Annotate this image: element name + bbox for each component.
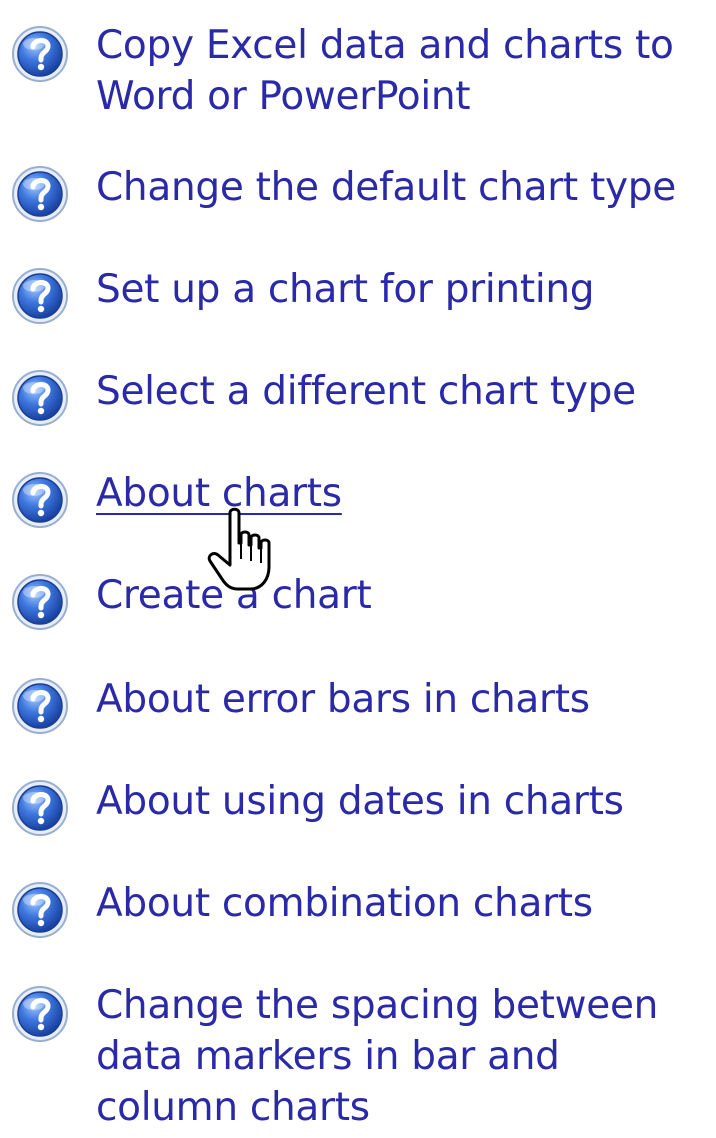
- help-question-icon: [10, 778, 70, 838]
- help-question-icon: [10, 984, 70, 1044]
- help-topic-link[interactable]: Change the spacing between data markers …: [96, 980, 711, 1133]
- help-topic-link[interactable]: About using dates in charts: [96, 776, 711, 827]
- help-topic-link[interactable]: About combination charts: [96, 878, 711, 929]
- help-topic-link[interactable]: Set up a chart for printing: [96, 264, 711, 315]
- help-question-icon: [10, 470, 70, 530]
- help-topic-link[interactable]: Change the default chart type: [96, 162, 711, 213]
- help-topic-link[interactable]: Copy Excel data and charts to Word or Po…: [96, 20, 711, 122]
- help-question-icon: [10, 572, 70, 632]
- help-question-icon: [10, 368, 70, 428]
- help-topic-link[interactable]: Select a different chart type: [96, 366, 711, 417]
- help-topic-link-hovered[interactable]: About charts: [96, 468, 711, 519]
- help-question-icon: [10, 880, 70, 940]
- help-question-icon: [10, 164, 70, 224]
- help-topic-link[interactable]: Create a chart: [96, 570, 711, 621]
- help-question-icon: [10, 676, 70, 736]
- help-topic-link[interactable]: About error bars in charts: [96, 674, 711, 725]
- help-topics-list: Copy Excel data and charts to Word or Po…: [0, 0, 716, 1138]
- help-question-icon: [10, 266, 70, 326]
- help-question-icon: [10, 24, 70, 84]
